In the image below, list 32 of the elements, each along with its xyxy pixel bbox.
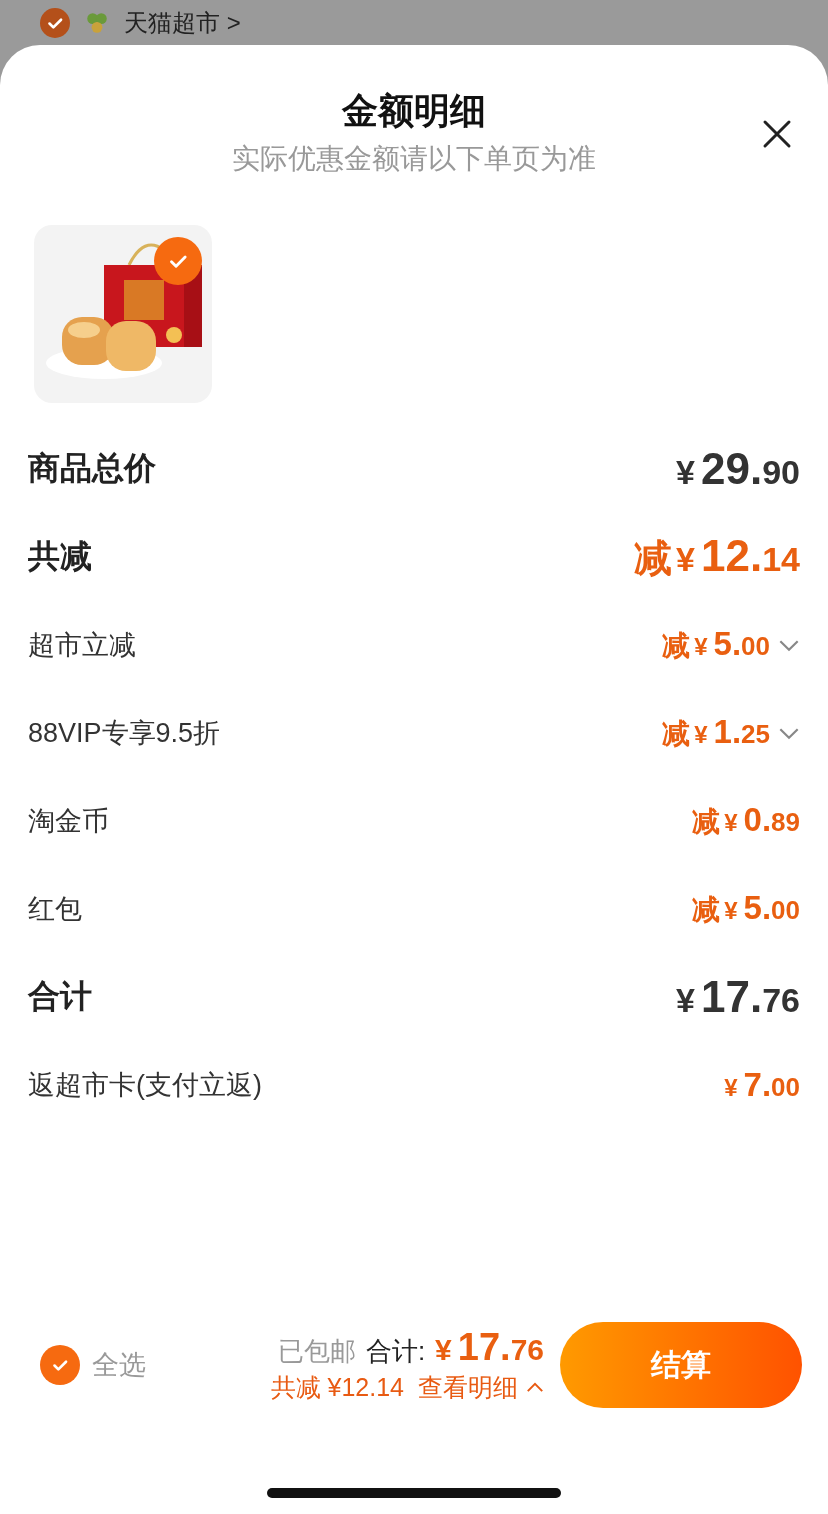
row-label: 共减 (28, 537, 93, 576)
details-link[interactable]: 查看明细 (418, 1371, 518, 1404)
select-all-label[interactable]: 全选 (92, 1347, 146, 1383)
total-amount: ¥17.76 (435, 1326, 544, 1369)
shipping-note: 已包邮 (277, 1335, 356, 1368)
chevron-down-icon[interactable] (778, 638, 800, 652)
close-icon[interactable] (762, 119, 792, 149)
amount: ¥29.90 (676, 444, 800, 494)
checkout-button[interactable]: 结算 (560, 1322, 802, 1408)
row-label: 红包 (28, 893, 83, 926)
row-label: 商品总价 (28, 449, 157, 488)
chevron-down-icon[interactable] (778, 726, 800, 740)
amount: 减¥ 5.00 (662, 625, 770, 664)
row-label: 合计 (28, 977, 93, 1016)
savings-text: 共减 ¥12.14 (270, 1372, 404, 1403)
amount: ¥17.76 (676, 972, 800, 1022)
row-label: 88VIP专享9.5折 (28, 717, 222, 750)
row-label: 返超市卡(支付立返) (28, 1069, 263, 1102)
total-label: 合计: (365, 1335, 426, 1368)
amount: 减¥12.14 (634, 530, 800, 582)
amount: 减¥ 0.89 (692, 801, 800, 840)
checkbox[interactable] (40, 7, 70, 38)
row-label: 淘金币 (28, 805, 110, 838)
amount: 减¥ 5.00 (692, 889, 800, 928)
amount: ¥ 7.00 (724, 1066, 800, 1104)
row-label: 超市立减 (28, 629, 137, 662)
store-name[interactable]: 天猫超市 > (124, 6, 241, 39)
amount: 减¥ 1.25 (662, 713, 770, 752)
chevron-up-icon[interactable] (526, 1382, 544, 1393)
sheet-subtitle: 实际优惠金额请以下单页为准 (232, 142, 596, 176)
checkbox[interactable] (40, 1345, 80, 1385)
sheet-title: 金额明细 (342, 89, 486, 133)
